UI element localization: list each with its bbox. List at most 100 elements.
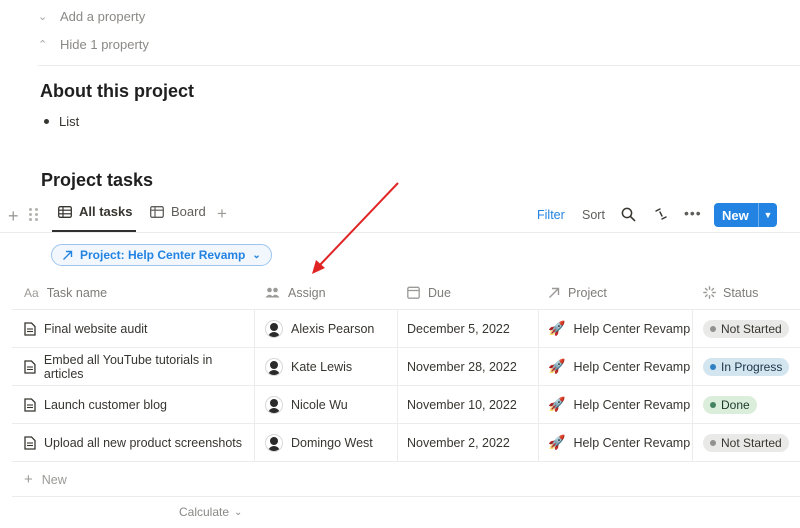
project-name: Help Center Revamp [573, 397, 691, 412]
task-name: Final website audit [44, 321, 148, 336]
assignee-cell[interactable]: Kate Lewis [254, 348, 397, 385]
assignee-cell[interactable]: Alexis Pearson [254, 310, 397, 347]
tab-all-tasks[interactable]: All tasks [58, 204, 132, 219]
rocket-icon: 🚀 [548, 396, 566, 412]
status-icon [703, 286, 716, 299]
status-badge: Not Started [703, 433, 789, 452]
add-view-icon[interactable]: + [217, 204, 227, 224]
assignee-cell[interactable]: Nicole Wu [254, 386, 397, 423]
divider [38, 65, 800, 66]
search-icon[interactable] [621, 207, 636, 227]
status-cell[interactable]: Done [692, 386, 800, 423]
filter-chip-label: Project: Help Center Revamp [80, 248, 246, 262]
status-label: Done [721, 397, 750, 412]
database-toolbar: + All tasks Board + Filter Sort ••• New … [0, 200, 800, 232]
column-label: Assign [288, 285, 326, 300]
due-cell[interactable]: November 28, 2022 [397, 348, 538, 385]
filter-chip[interactable]: Project: Help Center Revamp ⌄ [51, 244, 272, 266]
assignee-name: Nicole Wu [291, 397, 348, 412]
status-badge: Not Started [703, 319, 789, 338]
avatar [265, 357, 283, 376]
status-badge: In Progress [703, 357, 790, 376]
text-type-icon: Aa [24, 285, 39, 300]
task-name: Launch customer blog [44, 397, 167, 412]
add-row-label: New [41, 472, 67, 487]
status-dot [710, 325, 716, 332]
project-cell[interactable]: 🚀 Help Center Revamp [538, 348, 692, 385]
calculate-label: Calculate [179, 505, 230, 519]
avatar [265, 433, 283, 452]
table-row[interactable]: Embed all YouTube tutorials in articles … [12, 348, 800, 386]
add-block-icon[interactable]: + [8, 206, 19, 227]
about-heading: About this project [40, 81, 194, 101]
column-header-project[interactable]: Project [538, 276, 692, 309]
due-cell[interactable]: November 10, 2022 [397, 386, 538, 423]
new-button[interactable]: New ▼ [714, 203, 777, 227]
rocket-icon: 🚀 [548, 434, 566, 450]
sort-button[interactable]: Sort [582, 208, 605, 222]
rocket-icon: 🚀 [548, 320, 566, 336]
automation-icon[interactable] [654, 207, 668, 224]
column-header-due[interactable]: Due [397, 276, 538, 309]
status-badge: Done [703, 395, 757, 414]
rocket-icon: 🚀 [548, 358, 566, 374]
tab-label: All tasks [79, 204, 133, 219]
add-row-button[interactable]: + New [24, 471, 67, 488]
task-cell[interactable]: Embed all YouTube tutorials in articles [12, 348, 254, 385]
assignee-name: Domingo West [291, 435, 373, 450]
column-label: Status [723, 285, 759, 300]
relation-arrow-icon [63, 250, 73, 260]
assignee-name: Kate Lewis [291, 359, 353, 374]
people-icon [265, 287, 280, 298]
chevron-up-icon: ⌃ [38, 39, 48, 51]
avatar [265, 319, 283, 338]
table-row[interactable]: Upload all new product screenshots Domin… [12, 424, 800, 462]
chevron-down-icon[interactable]: ▼ [759, 210, 777, 220]
task-cell[interactable]: Launch customer blog [12, 386, 254, 423]
more-options-icon[interactable]: ••• [684, 205, 702, 221]
column-header-assign[interactable]: Assign [254, 276, 397, 309]
table-header: Aa Task name Assign Due Project Status [12, 276, 800, 310]
due-date: November 28, 2022 [407, 359, 517, 374]
table-row[interactable]: Launch customer blog Nicole Wu November … [12, 386, 800, 424]
project-name: Help Center Revamp [573, 435, 691, 450]
tab-label: Board [171, 204, 206, 219]
page-icon [24, 435, 36, 450]
toolbar-divider [0, 232, 800, 233]
chevron-down-icon: ⌄ [38, 11, 48, 23]
status-dot [710, 439, 716, 446]
project-cell[interactable]: 🚀 Help Center Revamp [538, 310, 692, 347]
hide-property-button[interactable]: ⌃ Hide 1 property [38, 37, 149, 52]
table-row[interactable]: Final website audit Alexis Pearson Decem… [12, 310, 800, 348]
status-cell[interactable]: Not Started [692, 310, 800, 347]
hide-property-label: Hide 1 property [60, 37, 149, 52]
calendar-icon [407, 286, 420, 299]
status-cell[interactable]: Not Started [692, 424, 800, 461]
task-cell[interactable]: Upload all new product screenshots [12, 424, 254, 461]
project-tasks-heading: Project tasks [41, 170, 154, 190]
column-label: Due [428, 285, 451, 300]
filter-button[interactable]: Filter [537, 208, 565, 222]
bullet-item[interactable]: List [44, 114, 79, 129]
project-cell[interactable]: 🚀 Help Center Revamp [538, 386, 692, 423]
column-header-task-name[interactable]: Aa Task name [12, 276, 254, 309]
bullet-text[interactable]: List [59, 114, 79, 129]
tab-board[interactable]: Board [150, 204, 206, 219]
add-property-button[interactable]: ⌄ Add a property [38, 9, 145, 24]
due-cell[interactable]: November 2, 2022 [397, 424, 538, 461]
due-cell[interactable]: December 5, 2022 [397, 310, 538, 347]
bullet-dot-icon [44, 119, 49, 124]
drag-handle-icon[interactable] [29, 208, 39, 222]
add-property-label: Add a property [60, 9, 146, 24]
task-cell[interactable]: Final website audit [12, 310, 254, 347]
due-date: November 10, 2022 [407, 397, 517, 412]
column-header-status[interactable]: Status [692, 276, 800, 309]
task-name: Upload all new product screenshots [44, 435, 243, 450]
status-label: Not Started [721, 435, 782, 450]
project-cell[interactable]: 🚀 Help Center Revamp [538, 424, 692, 461]
assignee-cell[interactable]: Domingo West [254, 424, 397, 461]
due-date: December 5, 2022 [407, 321, 510, 336]
status-cell[interactable]: In Progress [692, 348, 800, 385]
column-label: Task name [46, 285, 108, 300]
calculate-button[interactable]: Calculate ⌄ [179, 505, 242, 519]
